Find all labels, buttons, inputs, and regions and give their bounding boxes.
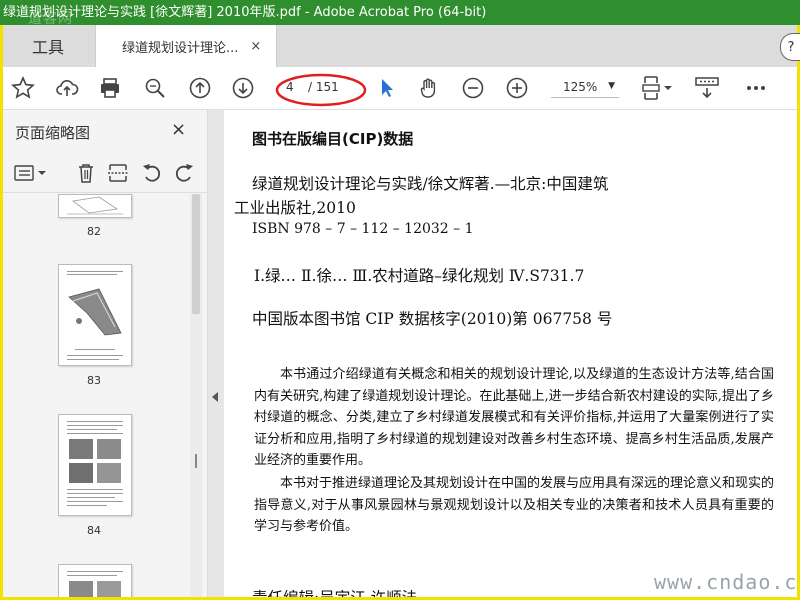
summary-paragraph: 本书对于推进绿道理论及其规划设计在中国的发展与应用具有深远的理论意义和现实的指导… xyxy=(254,476,775,534)
tab-document-label: 绿道规划设计理论... xyxy=(122,41,239,56)
tab-tools-label: 工具 xyxy=(31,38,64,57)
page-thumbnail[interactable] xyxy=(58,264,132,366)
thumbnail-list: 82 83 84 xyxy=(3,194,203,597)
tab-document[interactable]: 绿道规划设计理论... × xyxy=(95,25,277,68)
editor-line: 责任编辑:吴宇江 许顺法 xyxy=(252,586,417,597)
close-tab-icon[interactable]: × xyxy=(250,39,261,54)
star-icon[interactable] xyxy=(9,74,37,102)
title-bar: 绿道规划设计理论与实践 [徐文辉著] 2010年版.pdf - Adobe Ac… xyxy=(0,0,800,27)
highlight-ellipse xyxy=(275,73,367,107)
fit-page-icon[interactable] xyxy=(639,74,677,102)
thumbnail-scrollbar[interactable] xyxy=(190,194,202,597)
page-thumbnails-panel: 页面缩略图 × 82 83 84 xyxy=(3,110,208,597)
scrollbar-thumb[interactable] xyxy=(192,194,200,314)
more-icon[interactable] xyxy=(742,74,770,102)
rotate-right-icon[interactable] xyxy=(173,162,195,184)
page-thumbnail[interactable] xyxy=(58,414,132,516)
chevron-down-icon: ▼ xyxy=(608,81,615,91)
hand-icon[interactable] xyxy=(415,74,443,102)
help-icon: ? xyxy=(787,39,795,55)
zoom-level-dropdown[interactable]: 125% ▼ xyxy=(551,79,619,98)
print-icon[interactable] xyxy=(96,74,124,102)
collapse-arrow-icon xyxy=(212,392,218,402)
thumbnail-page-number: 84 xyxy=(87,524,101,537)
site-watermark: www.cndao.com xyxy=(654,570,797,594)
document-view[interactable]: 图书在版编目(CIP)数据 绿道规划设计理论与实践/徐文辉著.—北京:中国建筑 … xyxy=(224,110,797,597)
cloud-upload-icon[interactable] xyxy=(53,74,81,102)
window-title: 绿道规划设计理论与实践 [徐文辉著] 2010年版.pdf - Adobe Ac… xyxy=(3,5,487,20)
page-thumbnail[interactable] xyxy=(58,194,132,218)
page-up-icon[interactable] xyxy=(186,74,214,102)
page-down-icon[interactable] xyxy=(229,74,257,102)
extract-page-icon[interactable] xyxy=(107,162,129,184)
panel-collapse-handle[interactable] xyxy=(208,110,224,597)
thumbnail-toolbar xyxy=(3,156,207,193)
select-cursor-icon[interactable] xyxy=(373,74,401,102)
zoom-in-icon[interactable] xyxy=(503,74,531,102)
zoom-level-value: 125% xyxy=(563,80,598,94)
tab-bar: 工具 绿道规划设计理论... × ? xyxy=(3,25,800,68)
thumbnail-page-number: 82 xyxy=(87,225,101,238)
classification-line: Ⅰ.绿… Ⅱ.徐… Ⅲ.农村道路–绿化规划 Ⅳ.S731.7 xyxy=(254,267,585,285)
page-thumbnail[interactable] xyxy=(58,564,132,597)
main-toolbar: 4 / 151 125% ▼ xyxy=(3,67,797,110)
zoom-out-icon[interactable] xyxy=(459,74,487,102)
close-panel-icon[interactable]: × xyxy=(171,119,186,140)
thumbnail-page-number: 83 xyxy=(87,374,101,387)
cip-line: 工业出版社,2010 xyxy=(234,199,356,217)
thumbnail-options-icon[interactable] xyxy=(13,162,49,184)
tab-tools[interactable]: 工具 xyxy=(3,25,93,67)
isbn-line: ISBN 978 – 7 – 112 – 12032 – 1 xyxy=(252,221,474,237)
scroll-mode-icon[interactable] xyxy=(693,74,721,102)
summary-paragraph: 本书通过介绍绿道有关概念和相关的规划设计理论,以及绿道的生态设计方法等,结合国内… xyxy=(254,367,774,468)
help-button[interactable]: ? xyxy=(780,33,800,61)
panel-title: 页面缩略图 xyxy=(15,124,91,142)
zoom-search-icon[interactable] xyxy=(141,74,169,102)
delete-page-icon[interactable] xyxy=(75,162,97,184)
cip-line: 绿道规划设计理论与实践/徐文辉著.—北京:中国建筑 xyxy=(252,175,609,193)
cip-heading: 图书在版编目(CIP)数据 xyxy=(252,130,414,148)
rotate-left-icon[interactable] xyxy=(141,162,163,184)
cip-number-line: 中国版本图书馆 CIP 数据核字(2010)第 067758 号 xyxy=(252,310,613,328)
scrollbar-grip xyxy=(195,454,197,468)
